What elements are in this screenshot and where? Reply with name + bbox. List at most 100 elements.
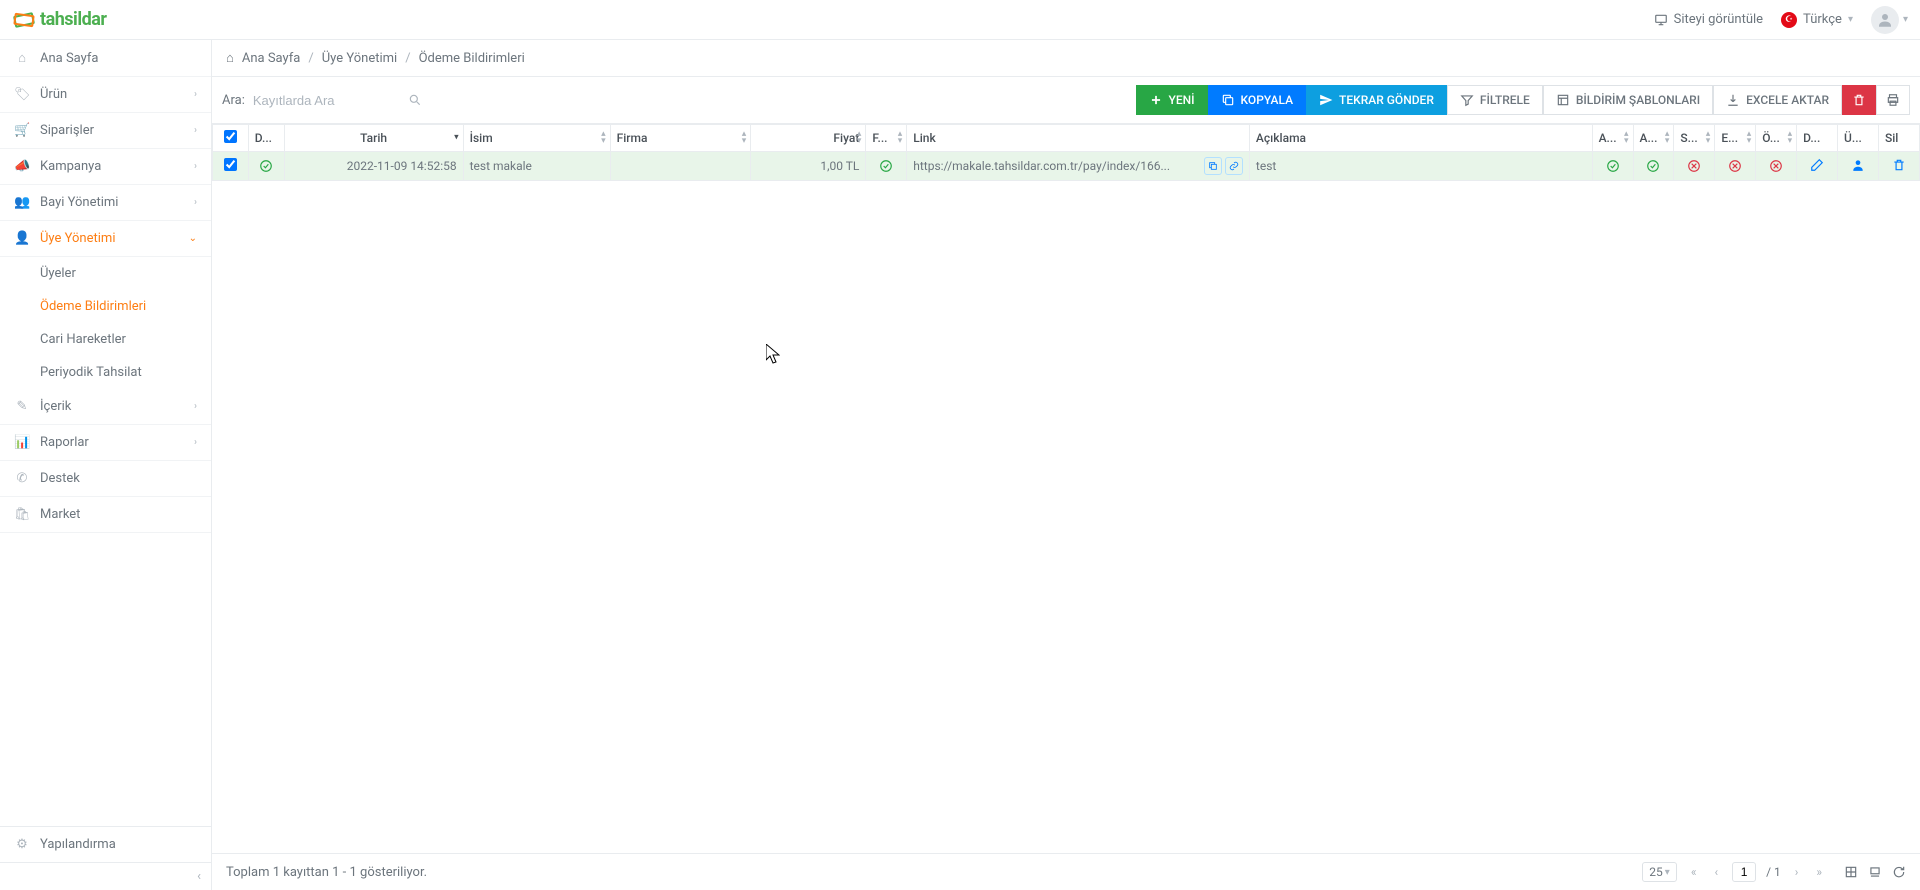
footer-summary: Toplam 1 kayıttan 1 - 1 gösteriliyor. (226, 865, 427, 880)
user-icon (1851, 158, 1865, 172)
col-link[interactable]: Link (907, 125, 1250, 152)
pager-first[interactable]: « (1687, 865, 1701, 879)
grid-view-button[interactable] (1844, 865, 1858, 880)
sidebar-item-orders[interactable]: 🛒 Siparişler › (0, 113, 211, 149)
col-f2[interactable]: F...▴▾ (866, 125, 907, 152)
sidebar-sub-payment-notifications[interactable]: Ödeme Bildirimleri (0, 290, 211, 323)
cell-s[interactable] (1674, 152, 1715, 181)
language-selector[interactable]: ☪ Türkçe ▾ (1781, 12, 1853, 28)
sidebar-item-reports[interactable]: 📊 Raporlar › (0, 425, 211, 461)
sidebar-item-support[interactable]: ✆ Destek (0, 461, 211, 497)
delete-row-button[interactable] (1885, 158, 1913, 172)
sidebar-sub-members[interactable]: Üyeler (0, 257, 211, 290)
table-row: 2022-11-09 14:52:58 test makale 1,00 TL … (213, 152, 1920, 181)
sort-icon: ▴▾ (857, 131, 862, 145)
cell-o[interactable] (1756, 152, 1797, 181)
filter-button[interactable]: FİLTRELE (1447, 85, 1543, 115)
bullhorn-icon: 📣 (14, 159, 30, 174)
button-label: BİLDİRİM ŞABLONLARI (1576, 93, 1700, 107)
col-s[interactable]: S...▴▾ (1674, 125, 1715, 152)
chevron-right-icon: › (194, 89, 197, 100)
col-company[interactable]: Firma▴▾ (610, 125, 751, 152)
sidebar-item-content[interactable]: ✎ İçerik › (0, 389, 211, 425)
sidebar-sub-periodic-collection[interactable]: Periyodik Tahsilat (0, 356, 211, 389)
sidebar-item-dealers[interactable]: 👥 Bayi Yönetimi › (0, 185, 211, 221)
user-menu[interactable]: ▾ (1871, 6, 1908, 34)
templates-button[interactable]: BİLDİRİM ŞABLONLARI (1543, 85, 1713, 115)
sort-icon: ▴▾ (898, 131, 903, 145)
sidebar-sub-account-movements[interactable]: Cari Hareketler (0, 323, 211, 356)
refresh-button[interactable] (1892, 865, 1906, 880)
print-button[interactable] (1876, 85, 1910, 115)
search-input[interactable] (251, 89, 391, 112)
table-footer: Toplam 1 kayıttan 1 - 1 gösteriliyor. 25… (212, 853, 1920, 890)
edit-button[interactable] (1803, 158, 1831, 172)
resend-button[interactable]: TEKRAR GÖNDER (1306, 85, 1447, 115)
sort-icon: ▴▾ (1788, 131, 1793, 145)
col-checkbox[interactable] (213, 125, 249, 152)
sidebar-item-home[interactable]: ⌂ Ana Sayfa (0, 40, 211, 77)
col-name[interactable]: İsim▴▾ (463, 125, 610, 152)
excel-button[interactable]: EXCELE AKTAR (1713, 85, 1842, 115)
sidebar-list: ⌂ Ana Sayfa 🏷 Ürün › 🛒 Siparişler › 📣 Ka… (0, 40, 211, 826)
copy-button[interactable]: KOPYALA (1208, 85, 1307, 115)
brand-logo[interactable]: tahsildar (12, 8, 106, 32)
pager-current-input[interactable] (1732, 862, 1756, 882)
col-price[interactable]: Fiyat▴▾ (751, 125, 866, 152)
briefcase-icon: 🛍 (14, 507, 30, 522)
copy-link-button[interactable] (1204, 157, 1222, 175)
view-site-link[interactable]: Siteyi görüntüle (1654, 12, 1763, 27)
user-row-button[interactable] (1844, 158, 1872, 172)
chevron-left-icon: ‹ (197, 869, 201, 884)
col-a1[interactable]: A...▴▾ (1592, 125, 1633, 152)
cell-a2[interactable] (1633, 152, 1674, 181)
grid-icon (1844, 865, 1858, 879)
sidebar-item-label: Ana Sayfa (40, 51, 98, 66)
sidebar-item-market[interactable]: 🛍 Market (0, 497, 211, 533)
life-ring-icon: ✆ (14, 471, 30, 486)
sidebar-item-campaign[interactable]: 📣 Kampanya › (0, 149, 211, 185)
col-e[interactable]: E...▴▾ (1715, 125, 1756, 152)
sidebar-item-label: İçerik (40, 399, 71, 414)
brand-name: tahsildar (40, 9, 106, 30)
sidebar-collapse-button[interactable]: ‹ (0, 862, 211, 890)
logo-icon (12, 8, 36, 32)
cell-delete[interactable] (1878, 152, 1919, 181)
cell-e[interactable] (1715, 152, 1756, 181)
link-text: https://makale.tahsildar.com.tr/pay/inde… (913, 159, 1200, 173)
pager-total: / 1 (1766, 865, 1781, 879)
breadcrumb-home[interactable]: Ana Sayfa (242, 51, 300, 66)
cell-user[interactable] (1838, 152, 1879, 181)
cell-a1[interactable] (1592, 152, 1633, 181)
sidebar-item-configuration[interactable]: ⚙ Yapılandırma (0, 827, 211, 862)
col-date[interactable]: Tarih▾ (284, 125, 463, 152)
top-right: Siteyi görüntüle ☪ Türkçe ▾ ▾ (1654, 6, 1908, 34)
sort-icon: ▴▾ (1706, 131, 1711, 145)
col-status[interactable]: D... (248, 125, 284, 152)
copy-icon (1208, 161, 1218, 171)
sidebar-item-product[interactable]: 🏷 Ürün › (0, 77, 211, 113)
new-button[interactable]: YENİ (1136, 85, 1208, 115)
col-o[interactable]: Ö...▴▾ (1756, 125, 1797, 152)
print-icon (1886, 93, 1900, 107)
col-a2[interactable]: A...▴▾ (1633, 125, 1674, 152)
page-size-selector[interactable]: 25 ▾ (1642, 862, 1677, 882)
col-description[interactable]: Açıklama (1249, 125, 1592, 152)
row-checkbox[interactable] (224, 158, 237, 171)
col-user: Ü... (1838, 125, 1879, 152)
cell-edit[interactable] (1797, 152, 1838, 181)
cell-checkbox[interactable] (213, 152, 249, 181)
open-link-button[interactable] (1225, 157, 1243, 175)
card-view-button[interactable] (1868, 865, 1882, 880)
breadcrumb-level1[interactable]: Üye Yönetimi (322, 51, 397, 66)
pager-next[interactable]: › (1791, 865, 1803, 879)
search-icon (408, 93, 422, 108)
pager-prev[interactable]: ‹ (1710, 865, 1722, 879)
pager-last[interactable]: » (1812, 865, 1826, 879)
sidebar-item-members[interactable]: 👤 Üye Yönetimi ⌄ (0, 221, 211, 257)
delete-bulk-button[interactable] (1842, 85, 1876, 115)
sort-icon: ▴▾ (601, 131, 606, 145)
language-label: Türkçe (1803, 12, 1842, 27)
x-circle-icon (1728, 159, 1742, 173)
select-all-checkbox[interactable] (224, 130, 237, 143)
